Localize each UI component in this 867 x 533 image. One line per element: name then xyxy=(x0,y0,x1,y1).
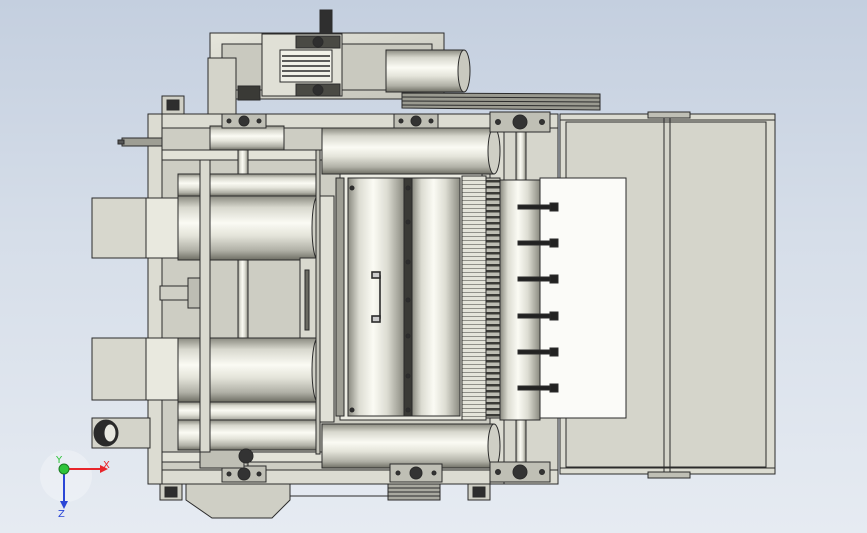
discharge-spout[interactable] xyxy=(91,417,151,449)
mount-lug-bl xyxy=(159,483,183,501)
mount-lug-tl xyxy=(161,95,185,115)
feed-drum[interactable] xyxy=(499,179,541,421)
coordinate-triad: X Y Z xyxy=(40,450,110,520)
side-handle-lever[interactable] xyxy=(117,137,163,147)
left-hopper-lower[interactable] xyxy=(91,337,179,401)
bottom-pulley-center[interactable] xyxy=(387,483,441,501)
screen-bar[interactable] xyxy=(461,175,501,421)
mount-lug-br xyxy=(467,483,491,501)
bearing-bottom-center[interactable] xyxy=(389,463,443,483)
left-hopper-upper[interactable] xyxy=(91,197,179,259)
drive-belt[interactable] xyxy=(401,92,601,111)
bearing-top-right[interactable] xyxy=(489,111,551,133)
bottom-gearbox[interactable] xyxy=(185,483,291,519)
feed-plate[interactable] xyxy=(539,177,627,419)
roller-bottom-cross[interactable] xyxy=(321,423,501,469)
roller-top-cross[interactable] xyxy=(321,127,501,175)
y-axis-label: Y xyxy=(55,455,63,466)
machine-assembly-drawing[interactable]: X Y Z xyxy=(0,0,867,533)
x-axis-label: X xyxy=(103,460,110,471)
central-crushing-drum[interactable] xyxy=(335,173,483,421)
roller-bottom-left[interactable] xyxy=(177,419,319,451)
z-axis-label: Z xyxy=(58,509,65,520)
motor-mount-bracket xyxy=(237,85,261,101)
z-axis-arrowhead xyxy=(60,501,68,509)
top-pulley[interactable] xyxy=(385,49,471,93)
left-top-shaft-hub[interactable] xyxy=(209,125,285,151)
top-motor[interactable] xyxy=(261,9,343,97)
cad-viewport[interactable]: X Y Z xyxy=(0,0,867,533)
bearing-top-center[interactable] xyxy=(393,113,439,129)
bearing-bottom-right[interactable] xyxy=(489,461,551,483)
bearing-top-left[interactable] xyxy=(221,113,267,129)
